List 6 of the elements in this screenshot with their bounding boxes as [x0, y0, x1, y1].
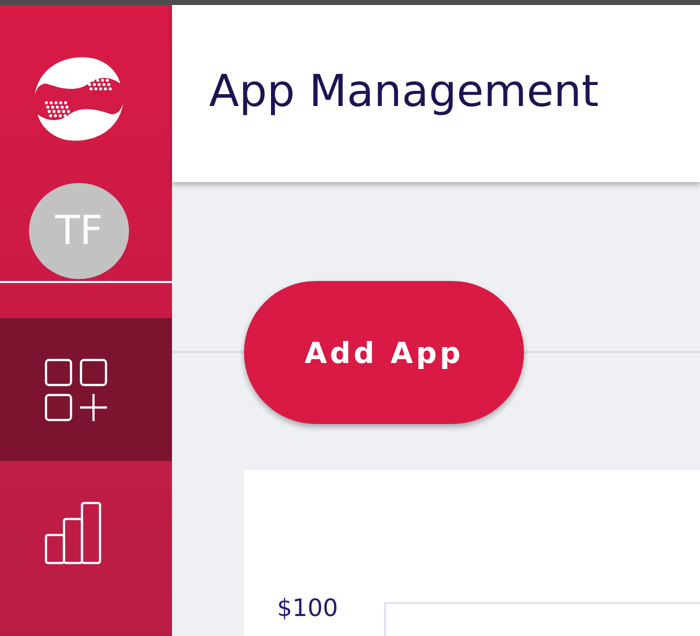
bar-chart-icon — [44, 500, 104, 564]
page-title: App Management — [209, 66, 599, 116]
add-app-button[interactable]: Add App — [244, 281, 524, 424]
nav-item[interactable] — [0, 318, 172, 461]
y-axis-label: $100 — [277, 594, 338, 622]
add-apps-icon — [44, 358, 108, 422]
